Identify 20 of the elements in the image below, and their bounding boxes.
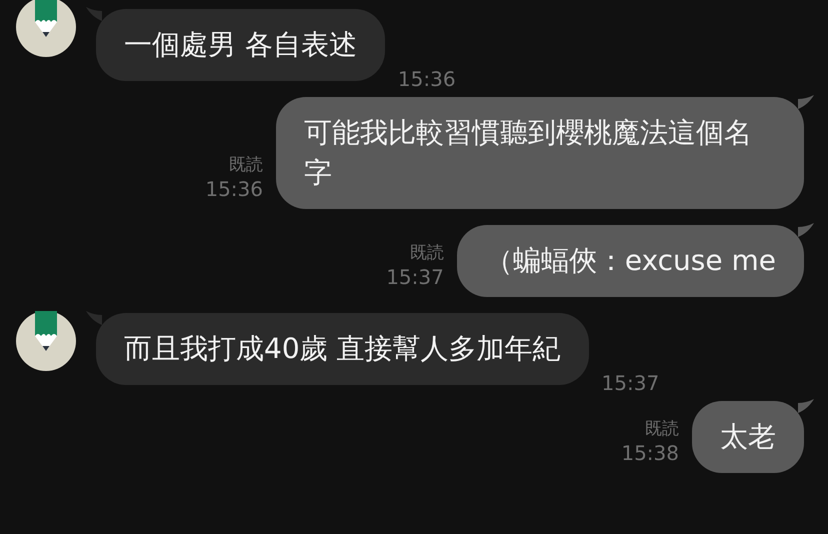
avatar-icon[interactable] [16,0,76,57]
bubble-tail [86,7,102,21]
message-bubble: 太老 [692,401,804,473]
message-time: 15:37 [386,265,444,289]
message-time: 15:36 [398,67,456,91]
read-receipt: 既読 [410,242,444,265]
message-time: 15:36 [205,177,263,201]
message-bubble: 而且我打成40歲 直接幫人多加年紀 [96,313,589,385]
read-receipt: 既読 [645,418,679,441]
message-time: 15:37 [602,371,660,395]
bubble-tail [798,223,814,237]
bubble-tail [798,95,814,109]
message-time: 15:38 [621,441,679,465]
avatar-icon[interactable] [16,311,76,371]
bubble-tail [798,399,814,413]
read-receipt: 既読 [229,154,263,177]
message-bubble: 可能我比較習慣聽到櫻桃魔法這個名字 [276,97,804,209]
message-bubble: 一個處男 各自表述 [96,9,385,81]
bubble-tail [86,311,102,325]
message-bubble: （蝙蝠俠：excuse me [456,225,804,297]
